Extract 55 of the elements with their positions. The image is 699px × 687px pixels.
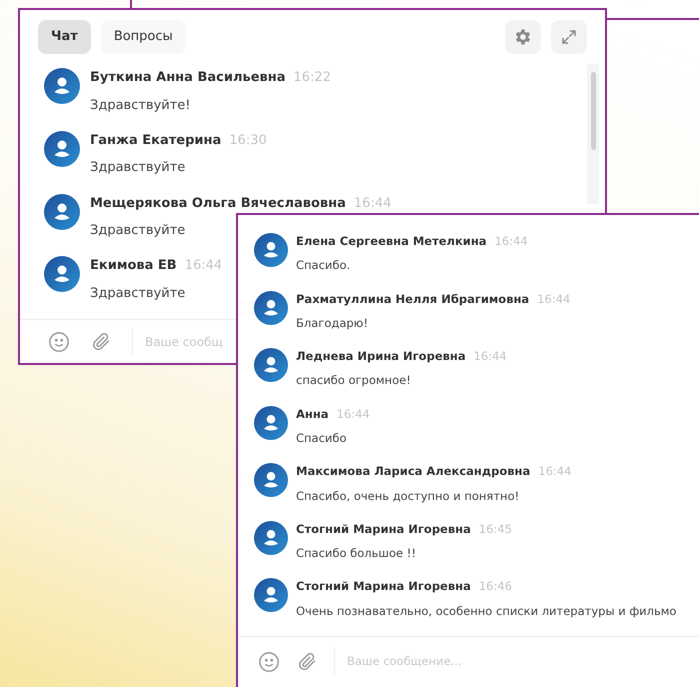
avatar-icon (254, 290, 288, 325)
message-time: 16:44 (474, 348, 507, 366)
scrollbar[interactable] (587, 64, 599, 204)
message-text: Спасибо. (296, 257, 352, 274)
avatar-icon (254, 520, 288, 555)
sender-name: Анна (296, 406, 329, 423)
message-text: Спасибо, очень доступно и понятно! (296, 488, 520, 505)
sender-name: Стогний Марина Игоревна (296, 578, 471, 596)
avatar-icon (254, 233, 288, 267)
message-text: спасибо огромное! (296, 372, 412, 390)
message-time: 16:46 (478, 578, 512, 596)
message-time: 16:44 (538, 463, 572, 480)
sender-name: Рахматуллина Нелля Ибрагимовна (296, 290, 530, 308)
expand-button[interactable] (551, 20, 587, 54)
avatar-icon (44, 130, 80, 167)
sender-name: Елена Сергеевна Метелкина (296, 233, 487, 250)
tab[interactable]: Вопросы (100, 20, 186, 54)
message-time: 16:44 (184, 257, 222, 276)
sender-name: Стогний Марина Игоревна (296, 520, 471, 538)
emoji-icon[interactable] (48, 330, 70, 352)
message-text: Очень познавательно, особенно списки литературы и фильмо (296, 602, 676, 620)
message-text: Благодарю! (296, 314, 369, 332)
sender-name: Ганжа Екатерина (90, 132, 222, 150)
avatar-icon (254, 463, 288, 498)
message-text: Здравствуйте (90, 159, 186, 178)
message-time: 16:44 (494, 233, 528, 250)
settings-button[interactable] (505, 20, 541, 54)
avatar-icon (44, 68, 80, 104)
message-time: 16:44 (354, 194, 392, 212)
message-text: Спасибо (296, 430, 348, 447)
message-text: Спасибо большое !! (296, 545, 417, 562)
avatar-icon (254, 578, 288, 612)
message-time: 16:30 (229, 132, 267, 150)
message-time: 16:45 (478, 520, 512, 538)
message-time: 16:44 (336, 406, 370, 423)
emoji-icon[interactable] (258, 650, 280, 672)
paperclip-icon[interactable] (296, 650, 318, 672)
avatar-icon (44, 194, 80, 230)
message-text: Здравствуйте (90, 222, 186, 240)
sender-name: Леднева Ирина Игоревна (296, 348, 466, 366)
message-time: 16:44 (537, 290, 570, 308)
sender-name: Мещерякова Ольга Вячеславовна (90, 194, 346, 212)
avatar-icon (254, 406, 288, 440)
sender-name: Буткина Анна Васильевна (90, 69, 286, 87)
message-text: Здравствуйте (90, 284, 186, 303)
message-time: 16:22 (294, 69, 331, 87)
tab[interactable]: Чат (38, 20, 91, 54)
sender-name: Максимова Лариса Александровна (296, 463, 530, 480)
message-text: Здравствуйте! (90, 96, 192, 114)
sender-name: Екимова ЕВ (90, 257, 177, 276)
expand-icon (560, 28, 578, 46)
avatar-icon (44, 256, 80, 292)
settings-icon (513, 27, 533, 47)
paperclip-icon[interactable] (90, 330, 112, 352)
avatar-icon (254, 348, 288, 382)
